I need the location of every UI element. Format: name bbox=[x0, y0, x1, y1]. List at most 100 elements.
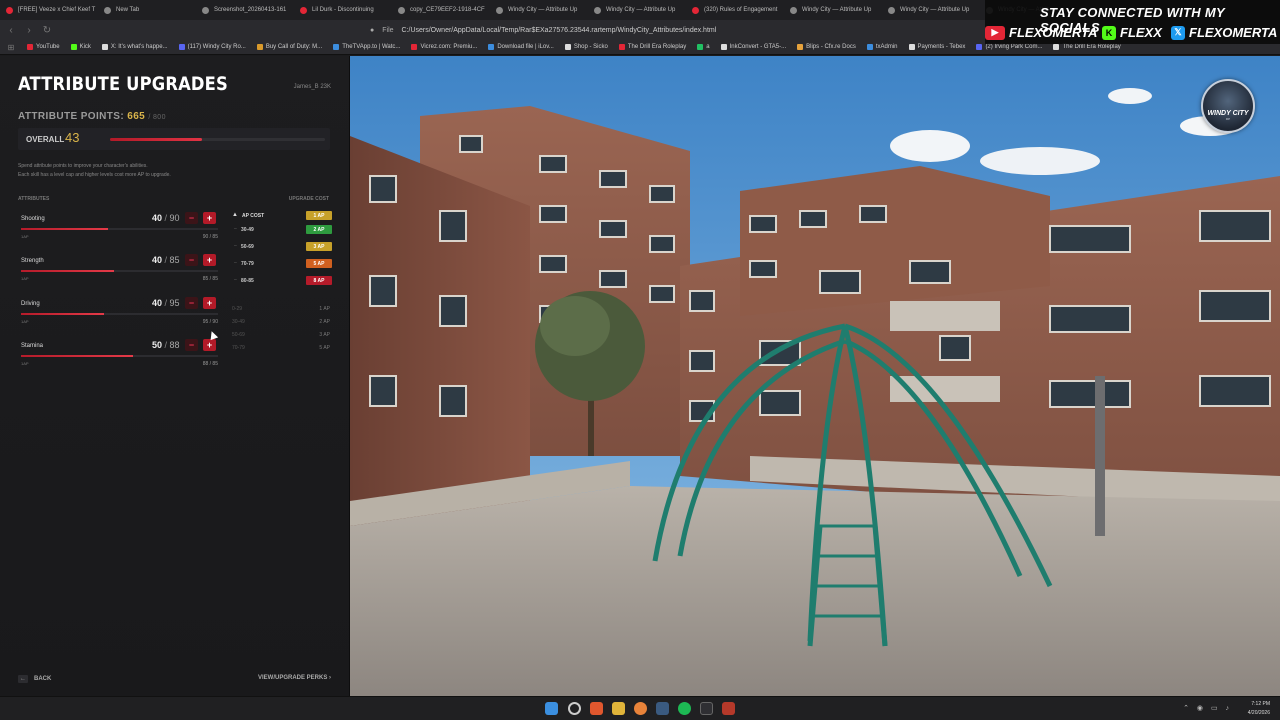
bookmark-item[interactable]: The Drill Era Roleplay bbox=[618, 44, 687, 50]
increase-button[interactable]: + bbox=[203, 212, 216, 224]
game-app-icon[interactable] bbox=[722, 702, 735, 715]
browser-tab[interactable]: Screenshot_20260413-161 bbox=[196, 0, 294, 20]
youtube-handle-text: FLEXOMERTA bbox=[1009, 25, 1098, 40]
decrease-button[interactable]: − bbox=[185, 297, 198, 309]
apps-grid-icon[interactable]: ⊞ bbox=[6, 43, 16, 52]
bookmark-favicon-icon bbox=[908, 44, 915, 50]
bookmark-item[interactable]: Vicrez.com: Premiu... bbox=[411, 44, 477, 50]
file-explorer-icon[interactable] bbox=[612, 702, 625, 715]
tab-favicon-icon bbox=[398, 6, 405, 14]
url-scheme: File bbox=[382, 26, 394, 34]
bookmark-label: The Drill Era Roleplay bbox=[1062, 44, 1121, 50]
increase-button[interactable]: + bbox=[203, 339, 216, 351]
kick-icon: K bbox=[1102, 25, 1116, 40]
tab-label: New Tab bbox=[116, 7, 140, 13]
bookmark-label: Payments - Tebex bbox=[917, 44, 966, 50]
bookmark-item[interactable]: Kick bbox=[70, 44, 91, 50]
decrease-button[interactable]: − bbox=[185, 254, 198, 266]
panel-title: ATTRIBUTE UPGRADES bbox=[18, 73, 228, 95]
dash-icon: – bbox=[234, 277, 237, 283]
attribute-row-shooting: Shooting 40 / 90− +1AP 90 / 85 bbox=[18, 212, 223, 250]
bookmark-label: (2) Irving Park Com... bbox=[985, 44, 1043, 50]
start-icon[interactable] bbox=[545, 702, 558, 715]
bookmark-label: InkConvert - GTA5-... bbox=[729, 44, 787, 50]
decrease-button[interactable]: − bbox=[185, 212, 198, 224]
attribute-progress-track bbox=[21, 228, 218, 230]
bookmark-favicon-icon bbox=[256, 44, 263, 50]
view-upgrade-perks-button[interactable]: VIEW/UPGRADE PERKS › bbox=[258, 675, 331, 681]
browser-tab[interactable]: Windy City — Attribute Up bbox=[784, 0, 882, 20]
address-bar[interactable]: ● File C:/Users/Owner/AppData/Local/Temp… bbox=[370, 23, 900, 37]
browser-tab[interactable]: New Tab bbox=[98, 0, 196, 20]
spotify-icon[interactable] bbox=[678, 702, 691, 715]
bookmark-item[interactable]: TheTVApp.to | Watc... bbox=[333, 44, 400, 50]
attribute-cap: 95 bbox=[169, 298, 180, 308]
bookmark-item[interactable]: X: It's what's happe... bbox=[101, 44, 168, 50]
attribute-name: Stamina bbox=[21, 343, 44, 349]
bookmark-favicon-icon bbox=[27, 44, 33, 50]
bookmark-item[interactable]: Download file | iLov... bbox=[488, 44, 554, 50]
forward-arrow-icon[interactable]: › bbox=[24, 25, 34, 36]
bookmark-item[interactable]: (2) Irving Park Com... bbox=[976, 44, 1042, 50]
back-arrow-icon[interactable]: ‹ bbox=[6, 25, 16, 36]
increase-button[interactable]: + bbox=[203, 297, 216, 309]
brave-browser-icon[interactable] bbox=[590, 702, 603, 715]
bookmark-item[interactable]: a bbox=[697, 44, 710, 50]
bookmark-item[interactable]: Payments - Tebex bbox=[908, 44, 966, 50]
overall-label: OVERALL bbox=[26, 135, 65, 144]
app-icon[interactable] bbox=[700, 702, 713, 715]
browser-tab[interactable]: Windy City — Attribute Up bbox=[588, 0, 686, 20]
bookmark-favicon-icon bbox=[178, 44, 185, 50]
attribute-separator: / bbox=[162, 255, 170, 265]
attribute-cost-cap: 95 / 90 bbox=[202, 319, 218, 325]
bookmark-item[interactable]: Shop - Sicko bbox=[564, 44, 608, 50]
bookmark-item[interactable]: Blips - Cfx.re Docs bbox=[797, 44, 856, 50]
tab-label: copy_CE79EEF2-1918-4CF bbox=[410, 7, 485, 13]
bookmark-favicon-icon bbox=[866, 44, 873, 50]
bookmark-label: (117) Windy City Ro... bbox=[187, 44, 246, 50]
browser-tab[interactable]: (320) Rules of Engagement bbox=[686, 0, 784, 20]
bookmark-label: The Drill Era Roleplay bbox=[627, 44, 687, 50]
bookmark-item[interactable]: YouTube bbox=[27, 44, 60, 50]
ap-cost-mini-row: 30-49 2 AP bbox=[232, 319, 330, 329]
increase-button[interactable]: + bbox=[203, 254, 216, 266]
x-handle: 𝕏 FLEXOMERTA bbox=[1171, 25, 1277, 40]
browser-tab[interactable]: [FREE] Veeze x Chief Keef T bbox=[0, 0, 98, 20]
bookmark-favicon-icon bbox=[618, 44, 625, 50]
browser-tab[interactable]: Windy City — Attribute Up bbox=[882, 0, 980, 20]
bookmark-favicon-icon bbox=[411, 44, 418, 50]
reload-icon[interactable]: ↻ bbox=[42, 25, 52, 36]
back-button[interactable]: ← BACK bbox=[18, 675, 51, 683]
decrease-button[interactable]: − bbox=[185, 339, 198, 351]
bookmark-favicon-icon bbox=[1053, 44, 1060, 50]
bookmark-item[interactable]: Buy Call of Duty: M... bbox=[256, 44, 322, 50]
bookmark-favicon-icon bbox=[488, 44, 495, 50]
system-clock[interactable]: 7:12 PM 4/20/2026 bbox=[1248, 700, 1270, 718]
attribute-row-strength: Strength 40 / 85− +1AP 85 / 85 bbox=[18, 254, 223, 292]
system-tray[interactable]: ⌃ ◉ ▭ ♪ bbox=[1183, 704, 1232, 712]
points-current: 665 bbox=[127, 111, 146, 122]
bookmark-item[interactable]: InkConvert - GTA5-... bbox=[720, 44, 787, 50]
search-icon[interactable] bbox=[568, 702, 581, 715]
browser-tab[interactable]: copy_CE79EEF2-1918-4CF bbox=[392, 0, 490, 20]
kick-handle: K FLEXX bbox=[1102, 25, 1162, 40]
attribute-value: 50 / 88 bbox=[152, 340, 180, 350]
attribute-cost-cap: 88 / 85 bbox=[202, 361, 218, 367]
browser-tab[interactable]: Lil Durk - Discontinuing bbox=[294, 0, 392, 20]
bookmark-label: a bbox=[706, 44, 710, 50]
steam-icon[interactable] bbox=[656, 702, 669, 715]
bookmark-item[interactable]: The Drill Era Roleplay bbox=[1053, 44, 1121, 50]
tab-favicon-icon bbox=[594, 6, 601, 14]
bookmark-item[interactable]: (117) Windy City Ro... bbox=[178, 44, 246, 50]
youtube-icon: ▶ bbox=[985, 25, 1005, 40]
mini-range: 50-69 bbox=[232, 332, 245, 338]
bookmark-label: txAdmin bbox=[875, 44, 898, 50]
ap-cost-range: 80-85 bbox=[241, 278, 254, 284]
bookmark-item[interactable]: txAdmin bbox=[866, 44, 898, 50]
chrome-icon[interactable] bbox=[634, 702, 647, 715]
mini-ap: 5 AP bbox=[319, 345, 330, 351]
browser-tab[interactable]: Windy City — Attribute Up bbox=[490, 0, 588, 20]
attribute-value: 40 / 95 bbox=[152, 298, 180, 308]
attribute-ap-cost: 1AP bbox=[21, 361, 29, 366]
attribute-separator: / bbox=[162, 298, 170, 308]
